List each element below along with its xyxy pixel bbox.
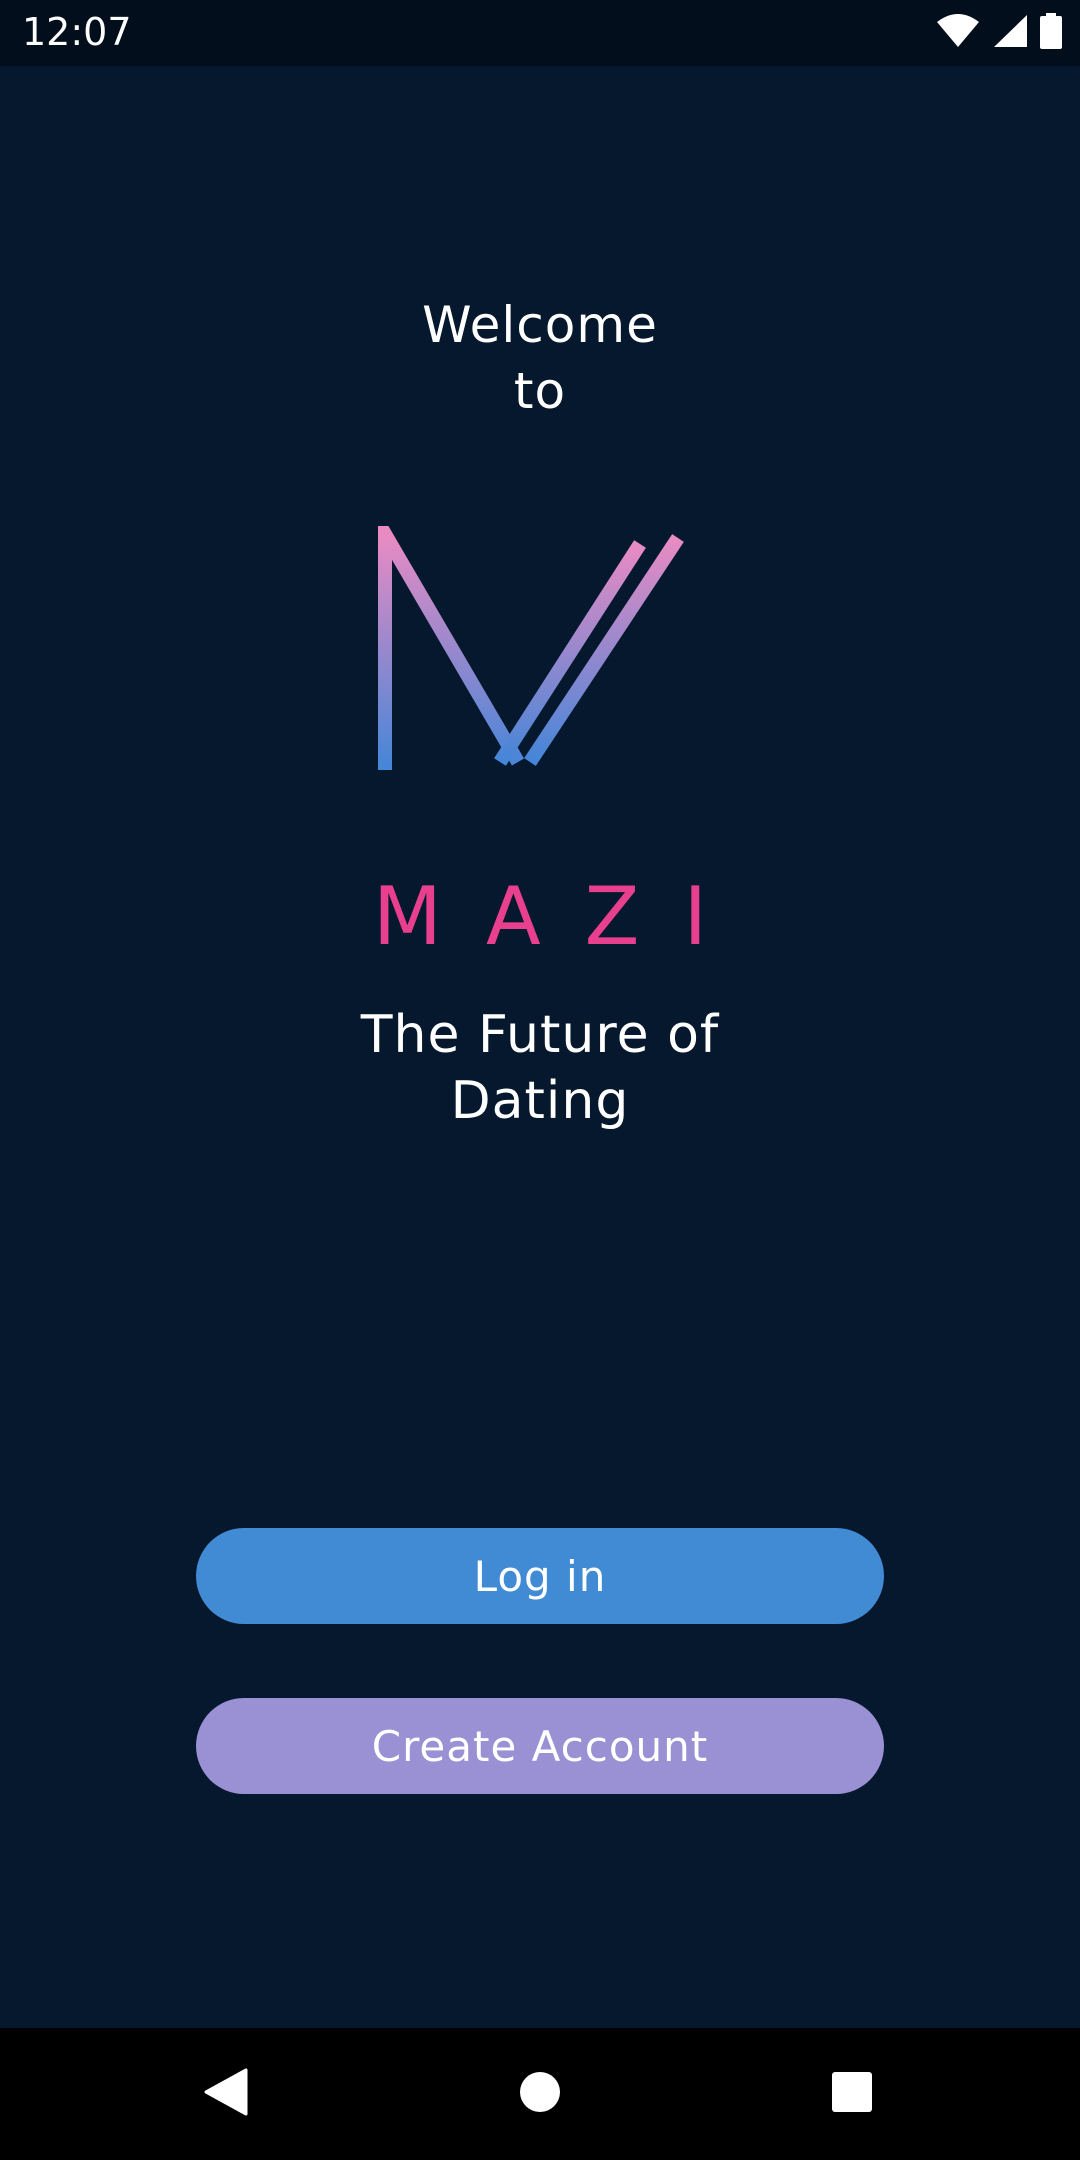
tagline-line-2: Dating xyxy=(450,1071,630,1131)
wifi-icon xyxy=(936,14,980,52)
back-button[interactable] xyxy=(196,2064,256,2124)
home-icon xyxy=(518,2070,562,2118)
status-icons xyxy=(936,13,1062,53)
welcome-line-2: to xyxy=(513,362,567,420)
create-account-button[interactable]: Create Account xyxy=(196,1698,884,1794)
welcome-line-1: Welcome xyxy=(422,296,658,354)
status-bar: 12:07 xyxy=(0,0,1080,66)
cell-signal-icon xyxy=(992,14,1028,52)
status-time: 12:07 xyxy=(22,10,132,54)
battery-icon xyxy=(1040,13,1062,53)
navigation-bar xyxy=(0,2028,1080,2160)
tagline: The Future of Dating xyxy=(0,1002,1080,1134)
brand-name: MAZI xyxy=(372,870,752,963)
mazi-logo xyxy=(378,508,740,776)
tagline-line-1: The Future of xyxy=(360,1005,720,1065)
welcome-heading: Welcome to xyxy=(0,292,1080,424)
home-button[interactable] xyxy=(510,2064,570,2124)
login-button[interactable]: Log in xyxy=(196,1528,884,1624)
recents-button[interactable] xyxy=(822,2064,882,2124)
screen: 12:07 Welcome to MAZI The Future of Dati… xyxy=(0,0,1080,2160)
recents-icon xyxy=(830,2070,874,2118)
back-icon xyxy=(204,2068,248,2120)
